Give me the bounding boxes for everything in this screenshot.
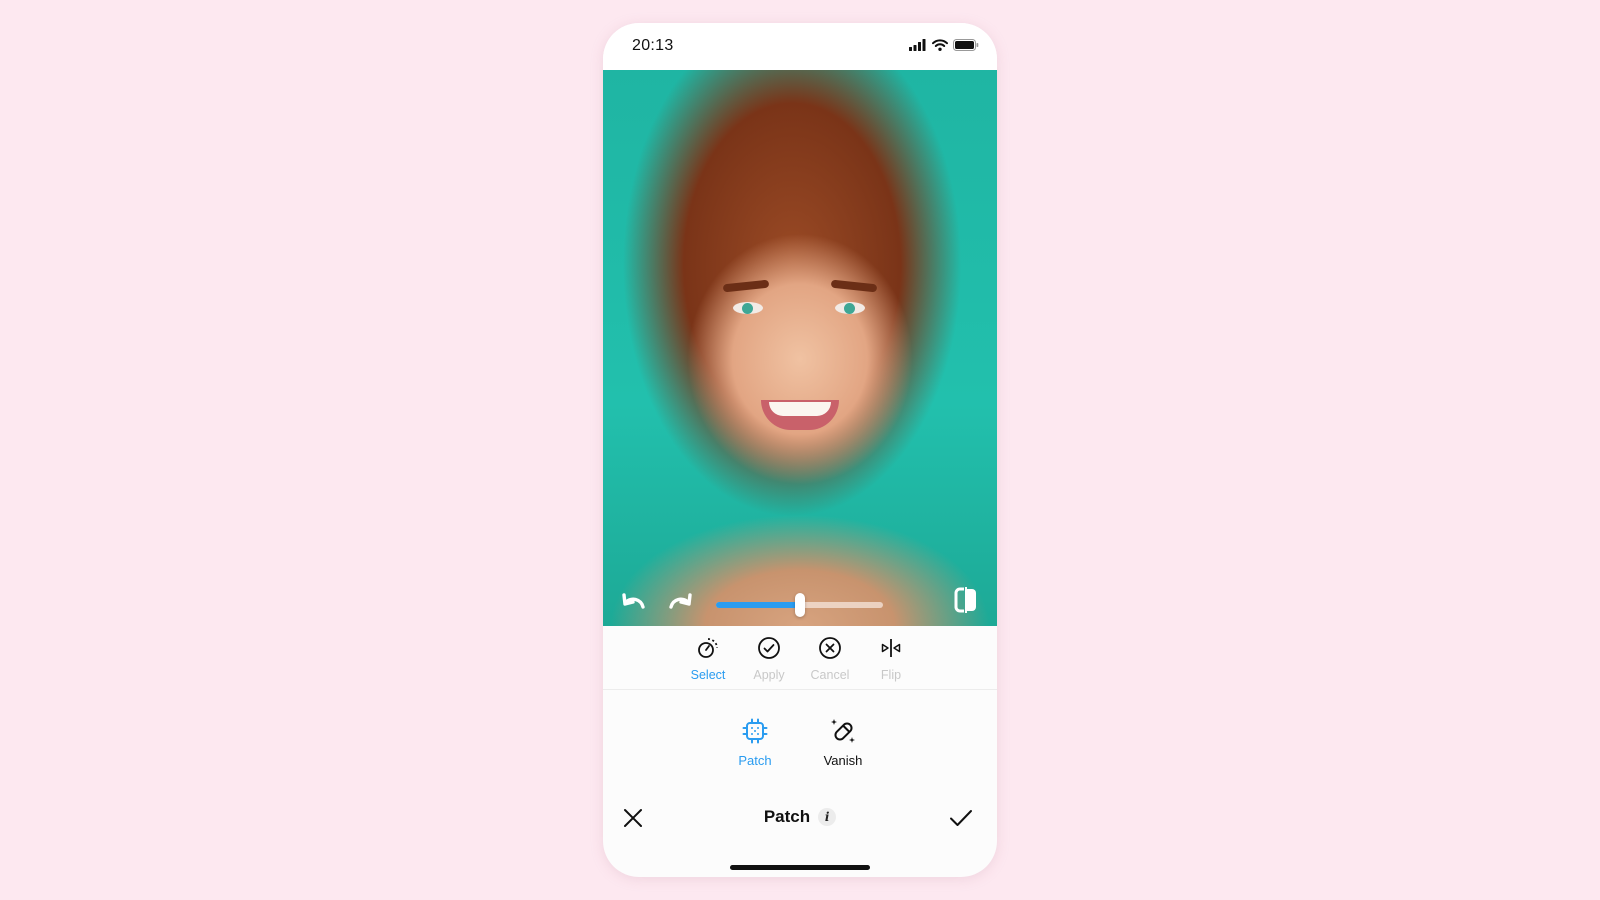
cellular-signal-icon bbox=[909, 39, 926, 51]
brush-size-slider[interactable] bbox=[716, 593, 883, 617]
undo-icon[interactable] bbox=[621, 590, 647, 612]
home-indicator bbox=[730, 865, 870, 870]
tool-apply-label: Apply bbox=[753, 668, 785, 682]
status-icons bbox=[909, 39, 979, 51]
lasso-select-icon bbox=[698, 638, 718, 658]
mode-patch-label: Patch bbox=[738, 753, 772, 768]
status-bar: 20:13 bbox=[603, 23, 997, 70]
vanish-bandage-icon bbox=[831, 719, 855, 743]
patch-icon bbox=[742, 718, 768, 744]
mode-vanish[interactable]: Vanish bbox=[808, 710, 878, 770]
mode-vanish-label: Vanish bbox=[823, 753, 863, 768]
slider-fill bbox=[716, 602, 800, 608]
check-circle-icon bbox=[758, 637, 780, 659]
flip-icon bbox=[881, 639, 901, 657]
face-eye-right bbox=[835, 302, 865, 314]
wifi-icon bbox=[932, 39, 948, 51]
phone-frame: 20:13 Select Apply Cancel Flip Patch Van… bbox=[603, 23, 997, 877]
tool-cancel-label: Cancel bbox=[810, 668, 850, 682]
tools-row: Select Apply Cancel Flip bbox=[603, 626, 997, 690]
checkmark-icon[interactable] bbox=[949, 806, 973, 830]
x-circle-icon bbox=[819, 637, 841, 659]
face-eye-left bbox=[733, 302, 763, 314]
tool-select[interactable]: Select bbox=[678, 626, 738, 689]
tool-select-label: Select bbox=[690, 668, 726, 682]
tool-flip-label: Flip bbox=[880, 668, 902, 682]
mode-patch[interactable]: Patch bbox=[720, 710, 790, 770]
info-icon[interactable]: i bbox=[818, 808, 837, 826]
tool-cancel[interactable]: Cancel bbox=[800, 626, 860, 689]
redo-icon[interactable] bbox=[667, 590, 693, 612]
battery-icon bbox=[953, 39, 979, 51]
slider-thumb[interactable] bbox=[794, 593, 805, 617]
bottom-title: Patch i bbox=[603, 807, 997, 827]
face-brow-left bbox=[722, 279, 770, 293]
tool-title: Patch bbox=[763, 807, 811, 826]
face-teeth bbox=[769, 402, 831, 416]
photo-canvas[interactable] bbox=[603, 70, 997, 626]
status-time: 20:13 bbox=[632, 37, 674, 54]
photo-controls bbox=[603, 576, 997, 626]
tool-apply[interactable]: Apply bbox=[739, 626, 799, 689]
tool-flip[interactable]: Flip bbox=[861, 626, 921, 689]
modes-row: Patch Vanish bbox=[603, 690, 997, 790]
bottom-bar: Patch i bbox=[603, 798, 997, 838]
face-brow-right bbox=[830, 279, 878, 293]
compare-icon[interactable] bbox=[953, 586, 979, 614]
